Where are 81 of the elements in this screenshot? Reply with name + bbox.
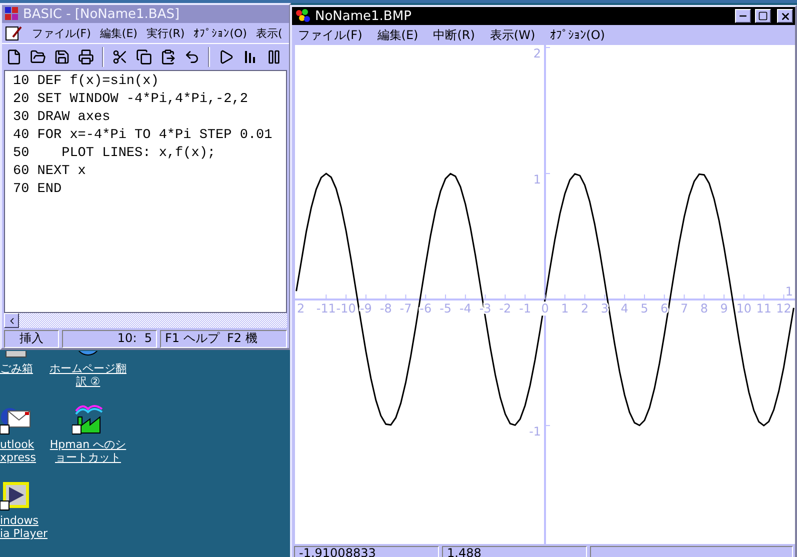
tick-label: 0	[541, 302, 549, 316]
tick-label: 5	[640, 302, 648, 316]
scroll-left-button[interactable]	[4, 313, 19, 328]
code-editor[interactable]: 10 DEF f(x)=sin(x) 20 SET WINDOW -4*Pi,4*Pi,-2,2 30 DRAW axes 40 FOR x=-4*Pi TO 4*Pi STEP 0.01 50 PLOT LINES: x,f(x); 60 NEXT x 70 END	[4, 70, 287, 313]
tick-label: 12	[776, 302, 792, 316]
run-icon[interactable]	[218, 49, 234, 65]
tick-label: 9	[720, 302, 728, 316]
menu-item[interactable]: ファイル(F)	[298, 26, 362, 44]
close-button[interactable]	[777, 9, 793, 23]
maximize-icon	[758, 11, 768, 21]
tick-label: 10	[736, 302, 752, 316]
code-line: 50 PLOT LINES: x,f(x);	[13, 145, 217, 163]
maximize-button[interactable]	[755, 9, 771, 23]
tick-label: 2	[581, 302, 589, 316]
save-icon[interactable]	[54, 49, 70, 65]
menu-item[interactable]: ｵﾌﾟｼｮﾝ(O)	[194, 26, 247, 40]
menu-item[interactable]: 中断(R)	[433, 26, 475, 44]
copy-icon[interactable]	[136, 49, 152, 65]
tick-label: 2	[297, 302, 305, 316]
tick-label: -2	[499, 302, 512, 316]
pause-icon[interactable]	[266, 49, 282, 65]
cut-icon[interactable]	[112, 49, 128, 65]
tick-label: 6	[660, 302, 668, 316]
icon-label[interactable]: indows ia Player	[0, 514, 48, 540]
window-title: NoName1.BMP	[315, 8, 412, 24]
menu-item[interactable]: 実行(R)	[146, 26, 185, 40]
tick-label: -8	[380, 302, 392, 316]
status-pane: F1 ヘルプ F2 機	[160, 330, 287, 348]
step-icon[interactable]	[242, 49, 258, 65]
app-icon	[4, 6, 20, 22]
code-line: 40 FOR x=-4*Pi TO 4*Pi STEP 0.01	[13, 127, 274, 145]
tick-label: -9	[360, 302, 372, 316]
print-icon[interactable]	[78, 49, 94, 65]
tick-label: 1	[785, 284, 793, 299]
tick-label: 7	[680, 302, 688, 316]
document-icon[interactable]	[5, 25, 23, 41]
undo-icon[interactable]	[184, 49, 200, 65]
tick-label: -10	[336, 302, 356, 316]
tick-label: -4	[459, 302, 472, 316]
new-file-icon[interactable]	[6, 49, 22, 65]
menu-item[interactable]: ファイル(F)	[32, 26, 91, 40]
tick-label: -11	[316, 302, 336, 316]
code-line: 30 DRAW axes	[13, 109, 112, 127]
close-icon	[780, 10, 790, 22]
tick-label: 2	[533, 46, 542, 61]
icon-label[interactable]: ごみ箱	[0, 362, 33, 375]
code-line: 60 NEXT x	[13, 163, 87, 181]
open-folder-icon[interactable]	[30, 49, 46, 65]
code-line: 70 END	[13, 181, 63, 199]
play-icon[interactable]	[0, 479, 32, 511]
tick-label: 1	[533, 172, 542, 187]
menu-item[interactable]: 編集(E)	[377, 26, 418, 44]
factory-icon[interactable]	[72, 403, 104, 435]
status-pane: 1.488	[442, 546, 587, 557]
icon-label[interactable]: Hpman へのシ ョートカット	[50, 438, 126, 464]
tick-label: 1	[561, 302, 569, 316]
tick-label: -7	[400, 302, 412, 316]
tick-label: 8	[700, 302, 708, 316]
icon-label[interactable]: utlook xpress	[0, 438, 36, 464]
tick-label: -1	[529, 424, 542, 439]
tick-label: 4	[620, 302, 628, 316]
icon-label[interactable]: ホームページ翻 訳 ②	[50, 362, 126, 388]
tick-label: 11	[756, 302, 772, 316]
code-line: 10 DEF f(x)=sin(x)	[13, 73, 160, 91]
app-icon	[294, 8, 312, 24]
menu-item[interactable]: ｵﾌﾟｼｮﾝ(O)	[550, 28, 605, 42]
window-title: BASIC - [NoName1.BAS]	[23, 6, 181, 22]
tick-label: -6	[420, 302, 432, 316]
menu-item[interactable]: 表示(W)	[490, 26, 536, 44]
menu-item[interactable]: 編集(E)	[100, 26, 138, 40]
tick-label: -1	[519, 302, 532, 316]
tick-label: -5	[440, 302, 452, 316]
horizontal-scrollbar[interactable]	[4, 313, 287, 328]
code-line: 20 SET WINDOW -4*Pi,4*Pi,-2,2	[13, 91, 249, 109]
status-pane: -1.91008833	[294, 546, 439, 557]
minimize-button[interactable]	[735, 9, 751, 23]
tick-label: 3	[600, 302, 608, 316]
paste-icon[interactable]	[160, 49, 176, 65]
status-pane: 10: 5	[62, 330, 157, 348]
status-pane: 挿入	[4, 330, 59, 348]
menu-item[interactable]: 表示(	[256, 26, 282, 40]
